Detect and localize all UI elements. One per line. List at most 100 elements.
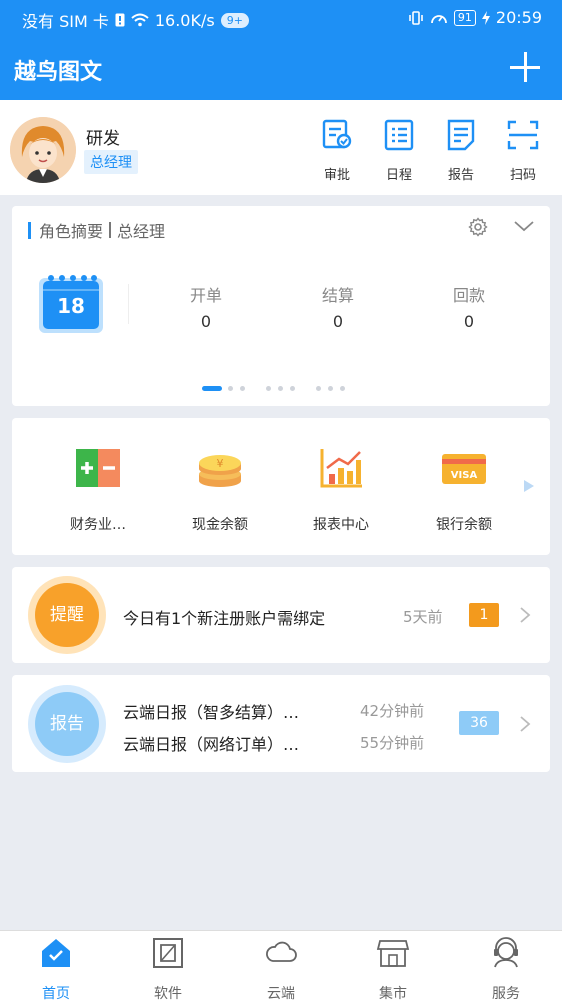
nav-home[interactable]: 首页 [16,937,96,1000]
pager-dot [328,386,333,391]
scan-icon [507,120,539,150]
scan-button[interactable]: 扫码 [498,118,548,183]
pager-dot [278,386,283,391]
reminder-badge-text: 提醒 [35,583,99,647]
avatar[interactable] [10,117,76,183]
user-role-badge: 总经理 [84,150,138,174]
pager-dot [316,386,321,391]
summary-role: 总经理 [117,222,166,241]
report-item-message: 云端日报（智多结算）… [123,703,300,722]
wifi-icon [131,13,149,27]
app-header: 没有 SIM 卡 16.0K/s 9+ 91 20:59 越鸟图文 [0,0,562,100]
stat-label: 结算 [321,286,354,305]
customer-service-icon [494,937,518,968]
shortcut-label: 现金余额 [192,517,248,533]
reminder-badge: 提醒 [28,576,106,654]
chevron-right-icon [520,607,531,623]
stat-settlement[interactable]: 结算 0 [298,282,378,331]
report-item-time: 55分钟前 [360,734,425,752]
scan-label: 扫码 [509,168,536,183]
pager-dots[interactable] [202,386,362,392]
store-icon [376,940,410,967]
reminder-time: 5天前 [403,608,443,626]
approval-label: 审批 [323,168,350,183]
carrier-text: 没有 SIM 卡 [22,12,109,31]
vibrate-icon [409,10,423,25]
stat-value: 0 [463,312,475,331]
report-item-time: 42分钟前 [360,702,425,720]
report-badge-text: 报告 [35,692,99,756]
nav-label: 软件 [154,986,182,1000]
nav-label: 集市 [379,986,407,1000]
divider [128,284,129,324]
svg-text:¥: ¥ [217,457,224,470]
nav-service[interactable]: 服务 [466,937,546,1000]
shortcut-report-center[interactable]: 报表中心 [286,446,396,534]
approval-icon [322,119,352,149]
bottom-nav: 首页 软件 云端 集市 服务 [0,930,562,1000]
pager-dot [290,386,295,391]
summary-title: 角色摘要 [39,222,104,241]
app-title: 越鸟图文 [14,60,103,85]
nav-market[interactable]: 集市 [353,937,433,1000]
reminder-count-badge: 1 [469,603,499,627]
summary-header: 角色摘要 总经理 [28,218,165,242]
stat-label: 回款 [452,286,485,305]
finance-icon [76,449,120,487]
calendar-widget[interactable]: 18 [38,272,104,334]
reminder-card[interactable]: 提醒 今日有1个新注册账户需绑定 5天前 1 [12,567,550,663]
charging-icon [481,10,490,25]
schedule-button[interactable]: 日程 [374,118,424,183]
shortcut-bank-balance[interactable]: VISA 银行余额 [409,446,519,534]
pager-dot [340,386,345,391]
approval-button[interactable]: 审批 [312,118,362,183]
nav-cloud[interactable]: 云端 [241,937,321,1000]
notification-count-badge: 9+ [220,12,249,28]
speedometer-icon [430,14,447,23]
pager-dot [240,386,245,391]
calendar-day: 18 [57,294,85,318]
shortcut-cash-balance[interactable]: ¥ 现金余额 [165,446,275,534]
shortcut-label: 财务业… [70,517,126,533]
visa-card-icon: VISA [442,454,486,484]
chevron-down-icon[interactable] [513,218,535,234]
stat-value: 0 [332,312,344,331]
stat-value: 0 [200,312,212,331]
reminder-message: 今日有1个新注册账户需绑定 [123,609,326,628]
gear-icon[interactable] [468,217,488,237]
battery-indicator: 91 [453,9,476,26]
shortcut-label: 报表中心 [313,517,369,533]
shortcut-grid: 财务业… ¥ 现金余额 报表中心 VISA 银行余额 [12,418,550,555]
nav-label: 云端 [267,986,295,1000]
network-speed: 16.0K/s [154,10,215,30]
svg-text:VISA: VISA [451,470,478,481]
role-summary-card: 角色摘要 总经理 18 开单 0 结算 0 回款 0 [12,206,550,406]
add-icon[interactable] [510,52,540,82]
stat-payment[interactable]: 回款 0 [429,282,509,331]
nav-software[interactable]: 软件 [128,937,208,1000]
schedule-label: 日程 [385,168,412,183]
title-separator [109,222,112,238]
user-name: 研发 [86,129,120,149]
pager-dot-active [202,386,222,391]
home-icon [42,939,70,967]
chart-icon [320,449,362,488]
report-card[interactable]: 报告 云端日报（智多结算）… 42分钟前 云端日报（网络订单）… 55分钟前 3… [12,675,550,772]
pager-dot [228,386,233,391]
title-accent-bar [28,221,31,239]
report-button[interactable]: 报告 [436,118,486,183]
shortcut-finance[interactable]: 财务业… [43,446,153,534]
software-box-icon [153,938,183,968]
shortcut-label: 银行余额 [436,517,492,533]
report-badge: 报告 [28,685,106,763]
report-icon [447,119,475,151]
nav-label: 服务 [492,986,520,1000]
schedule-icon [384,119,414,151]
pager-dot [266,386,271,391]
cloud-icon [266,941,297,962]
nav-label: 首页 [42,986,70,1000]
scroll-right-icon[interactable] [522,478,536,494]
stat-orders[interactable]: 开单 0 [166,282,246,331]
chevron-right-icon [520,716,531,732]
report-item-message: 云端日报（网络订单）… [123,735,300,754]
